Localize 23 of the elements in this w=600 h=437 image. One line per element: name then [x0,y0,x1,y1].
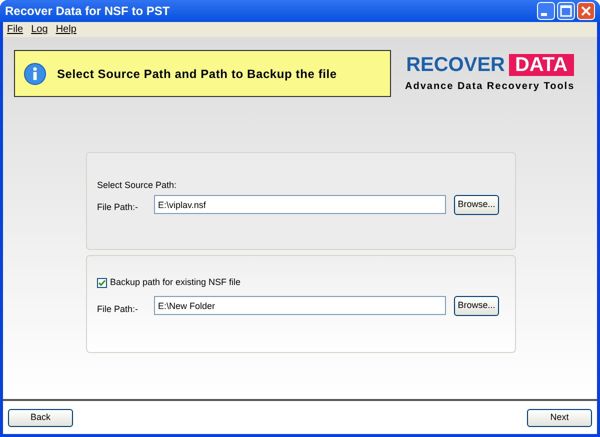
menu-item[interactable]: File [7,22,24,37]
menu-item[interactable]: Log [31,22,48,37]
info-icon [24,62,46,84]
section-label: Select Source Path: [97,179,177,192]
browse-button[interactable]: Browse... [454,195,499,215]
back-button[interactable]: Back [8,408,73,426]
next-button[interactable]: Next [527,408,592,426]
maximize-icon[interactable] [557,2,575,20]
field-label: File Path:- [97,303,138,316]
minimize-icon[interactable] [537,2,555,20]
close-icon[interactable] [577,2,595,20]
instruction-text: Select Source Path and Path to Backup the file [57,66,337,82]
menu-item[interactable]: Help [56,22,76,37]
backup-path-field[interactable]: E:\New Folder [154,296,446,315]
checkbox[interactable] [97,278,107,288]
field-label: File Path:- [97,201,138,214]
logo-text: RECOVER [406,54,505,74]
checkbox-label: Backup path for existing NSF file [110,276,241,289]
logo-tagline: Advance Data Recovery Tools [405,80,575,94]
browse-button[interactable]: Browse... [454,296,499,316]
window-title: Recover Data for NSF to PST [5,3,170,20]
source-path-field[interactable]: E:\viplav.nsf [154,195,446,214]
logo-tag: DATA [508,54,574,76]
